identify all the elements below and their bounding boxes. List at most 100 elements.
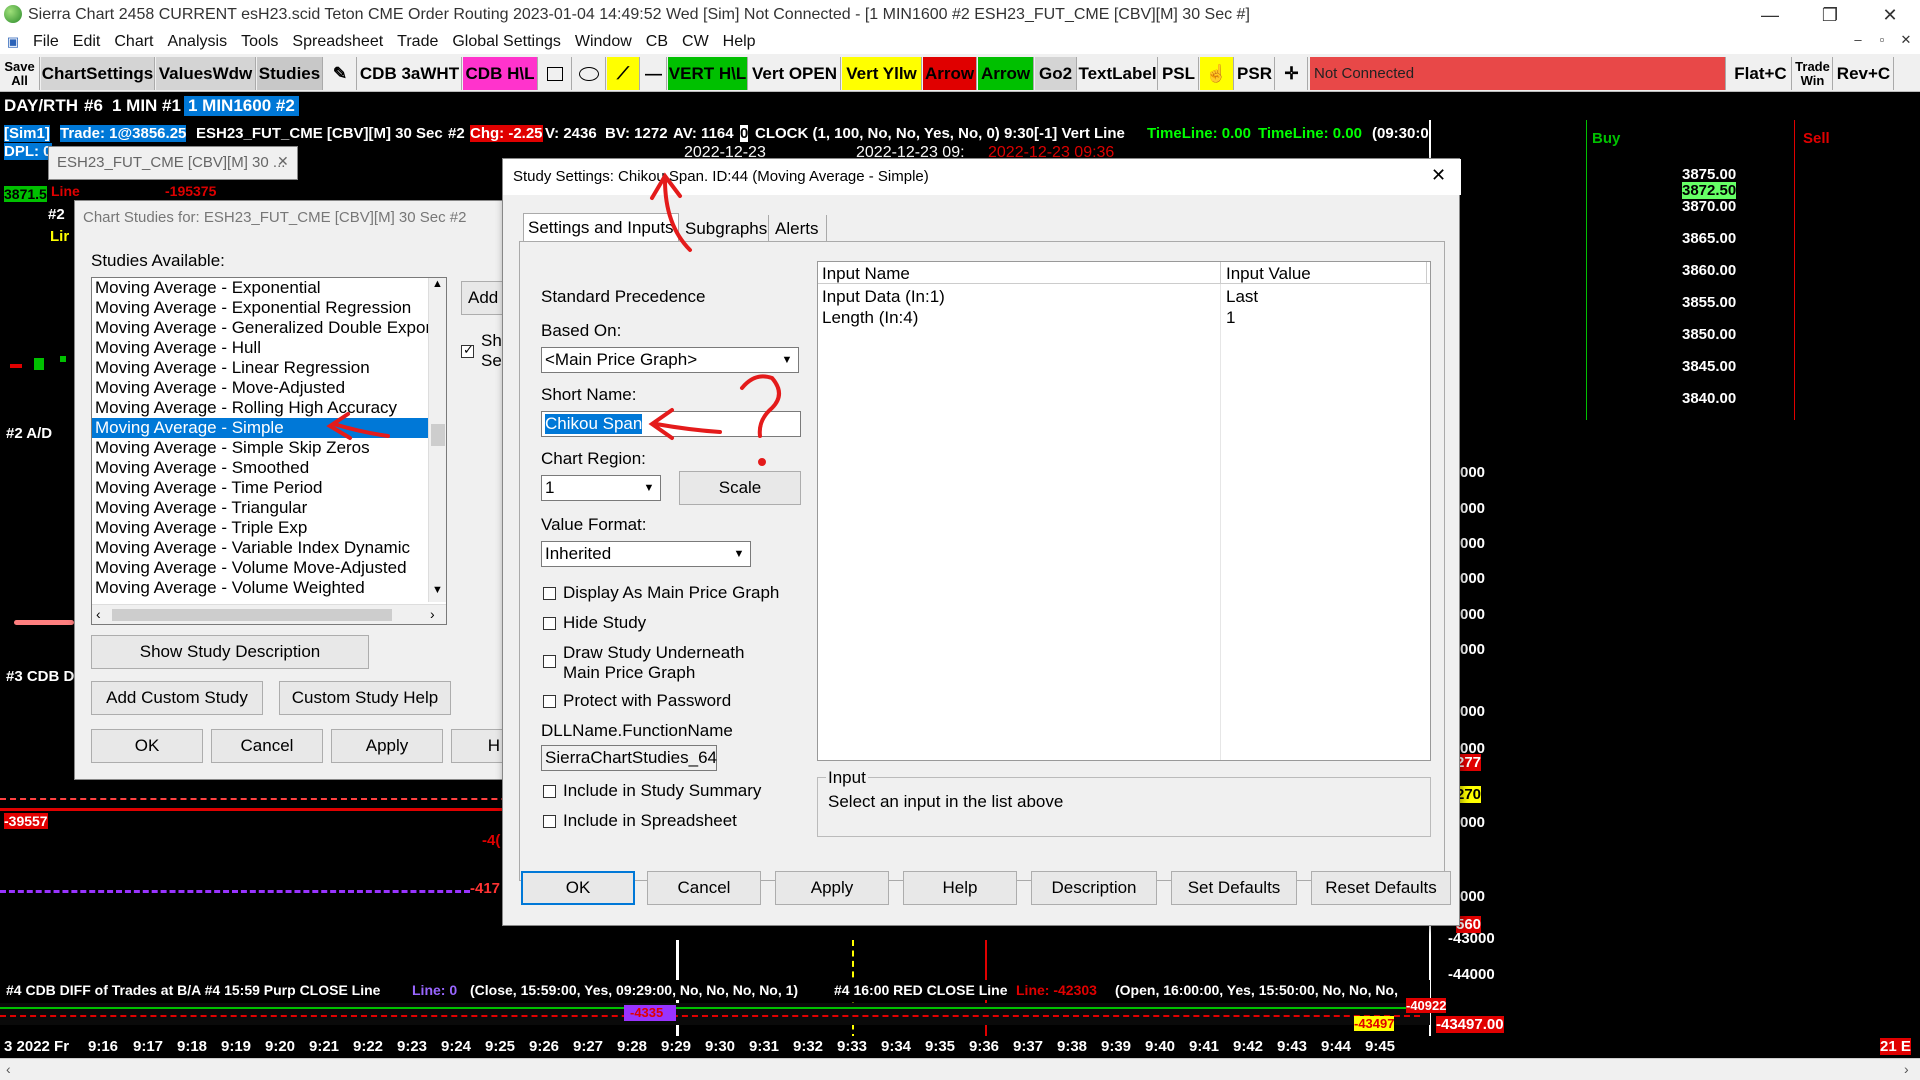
input-value-cell[interactable]: 1 [1226,308,1235,328]
tab-1min[interactable]: 1 MIN #1 [112,96,181,116]
vert-yllw-button[interactable]: Vert Yllw [842,57,922,90]
menu-tools[interactable]: Tools [234,33,285,51]
list-item[interactable]: Moving Average - Linear Regression [92,358,428,378]
list-item[interactable]: Moving Average - Variable Index Dynamic [92,538,428,558]
list-item[interactable]: Moving Average - Volume Move-Adjusted [92,558,428,578]
chart-region-select[interactable]: 1 ▼ [541,475,661,501]
vert-open-button[interactable]: Vert OPEN [749,57,841,90]
settings-close-icon[interactable]: ✕ [1431,165,1446,186]
show-checkbox[interactable]: ✓ [461,342,474,358]
settings-description-button[interactable]: Description [1031,871,1157,905]
menu-window[interactable]: Window [568,33,639,51]
mdi-restore-button[interactable]: ▫ [1871,32,1893,52]
list-item[interactable]: Moving Average - Time Period [92,478,428,498]
set-defaults-button[interactable]: Set Defaults [1171,871,1297,905]
list-item[interactable]: Moving Average - Move-Adjusted [92,378,428,398]
flat-c-button[interactable]: Flat+C [1730,57,1792,90]
list-item[interactable]: Moving Average - Generalized Double Expo… [92,318,428,338]
menu-spreadsheet[interactable]: Spreadsheet [285,33,390,51]
ellipse-tool-icon[interactable] [573,57,606,90]
scroll-thumb[interactable] [431,424,445,446]
hscroll-thumb[interactable] [112,609,392,621]
scroll-down-icon[interactable]: ▼ [432,584,443,596]
tab-6[interactable]: #6 [84,96,103,116]
list-item[interactable]: Moving Average - Simple Skip Zeros [92,438,428,458]
list-item[interactable]: Moving Average - Hull [92,338,428,358]
chart-settings-button[interactable]: ChartSettings [41,57,155,90]
menu-analysis[interactable]: Analysis [160,33,234,51]
mdi-close-button[interactable]: ✕ [1895,32,1917,52]
studies-list[interactable]: Moving Average - Exponential Moving Avera… [91,277,447,625]
hscroll-right-icon[interactable]: › [430,606,435,622]
menu-file[interactable]: File [26,33,66,51]
scroll-left-icon[interactable]: ‹ [6,1061,11,1077]
menu-cb[interactable]: CB [639,33,675,51]
close-window-button[interactable]: ✕ [1860,0,1920,30]
scale-button[interactable]: Scale [679,471,801,505]
tab-day-rth[interactable]: DAY/RTH [4,96,78,116]
small-chart-window[interactable]: ESH23_FUT_CME [CBV][M] 30 ... ✕ [48,146,298,180]
scroll-up-icon[interactable]: ▲ [432,278,443,290]
table-row[interactable]: Length (In:4) 1 [818,307,1430,327]
list-item[interactable]: Moving Average - Exponential Regression [92,298,428,318]
list-item[interactable]: Moving Average - Smoothed [92,458,428,478]
text-label-button[interactable]: TextLabel [1078,57,1158,90]
chart-horizontal-scrollbar[interactable]: ‹ › [0,1058,1920,1080]
psl-button[interactable]: PSL [1159,57,1199,90]
trade-win-button[interactable]: Trade Win [1793,57,1833,90]
list-item[interactable]: Moving Average - Volume Weighted [92,578,428,598]
rectangle-tool-icon[interactable] [539,57,572,90]
tab-settings-and-inputs[interactable]: Settings and Inputs [523,213,679,241]
mdi-minimize-button[interactable]: – [1847,32,1869,52]
based-on-select[interactable]: <Main Price Graph> ▼ [541,347,799,373]
list-item[interactable]: Moving Average - Exponential [92,278,428,298]
values-window-button[interactable]: ValuesWdw [156,57,256,90]
pencil-draw-icon[interactable]: ✎ [324,57,357,90]
include-summary-checkbox[interactable] [543,785,556,798]
save-all-button[interactable]: Save All [0,57,40,90]
protect-password-checkbox[interactable] [543,695,556,708]
studies-list-vscrollbar[interactable]: ▲ ▼ [428,278,446,602]
value-format-select[interactable]: Inherited ▼ [541,541,751,567]
hand-cursor-icon[interactable]: ☝ [1200,57,1234,90]
hide-study-checkbox[interactable] [543,617,556,630]
studies-list-hscrollbar[interactable]: ‹ › [92,604,446,624]
add-study-button[interactable]: Add [461,281,505,315]
menu-edit[interactable]: Edit [66,33,108,51]
show-study-description-button[interactable]: Show Study Description [91,635,369,669]
hscroll-left-icon[interactable]: ‹ [96,606,101,622]
minimize-button[interactable]: — [1740,0,1800,30]
inputs-table[interactable]: Input Name Input Value Input Data (In:1)… [817,261,1431,761]
studies-cancel-button[interactable]: Cancel [211,729,323,763]
restore-button[interactable]: ❐ [1800,0,1860,30]
cdb-3awht-button[interactable]: CDB 3aWHT [358,57,462,90]
psr-button[interactable]: PSR [1235,57,1275,90]
list-item[interactable]: Moving Average - Rolling High Accuracy [92,398,428,418]
horizontal-line-tool-icon[interactable]: — [641,57,667,90]
studies-ok-button[interactable]: OK [91,729,203,763]
studies-button[interactable]: Studies [257,57,323,90]
crosshair-icon[interactable]: ✛ [1276,57,1308,90]
go2-button[interactable]: Go2 [1035,57,1077,90]
list-item[interactable]: Moving Average - Simple [92,418,428,438]
menu-chart[interactable]: Chart [107,33,160,51]
menu-cw[interactable]: CW [675,33,716,51]
arrow-green-button[interactable]: Arrow [978,57,1034,90]
menu-global-settings[interactable]: Global Settings [445,33,568,51]
rev-c-button[interactable]: Rev+C [1834,57,1894,90]
settings-cancel-button[interactable]: Cancel [647,871,761,905]
input-value-cell[interactable]: Last [1226,287,1258,307]
tab-1min1600[interactable]: 1 MIN1600 #2 [184,96,299,116]
list-item[interactable]: Moving Average - Triangular [92,498,428,518]
tab-alerts[interactable]: Alerts [771,215,827,241]
settings-ok-button[interactable]: OK [521,871,635,905]
vert-hl-button[interactable]: VERT H\L [668,57,748,90]
short-name-input[interactable]: Chikou Span [541,411,801,437]
display-as-main-checkbox[interactable] [543,587,556,600]
table-row[interactable]: Input Data (In:1) Last [818,286,1430,306]
small-window-close-icon[interactable]: ✕ [277,153,289,170]
menu-help[interactable]: Help [716,33,763,51]
arrow-red-button[interactable]: Arrow [923,57,977,90]
add-custom-study-button[interactable]: Add Custom Study [91,681,263,715]
menu-trade[interactable]: Trade [390,33,445,51]
